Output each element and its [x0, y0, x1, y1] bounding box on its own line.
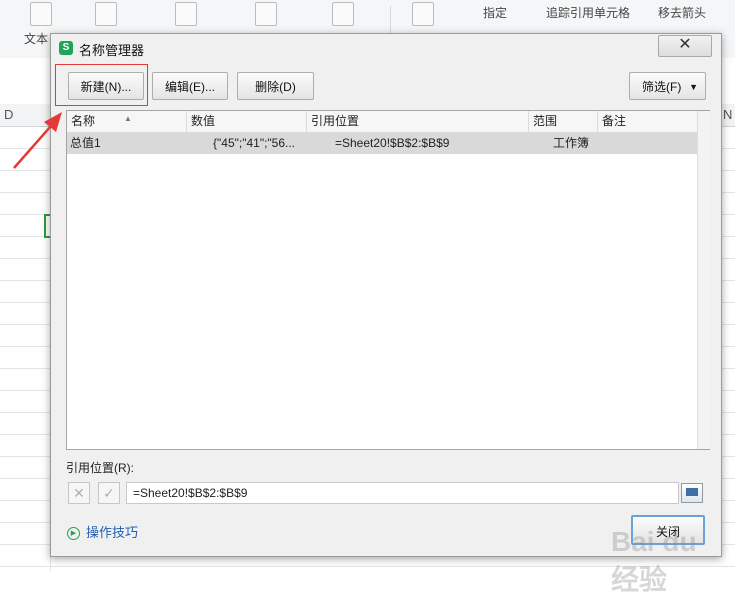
- cell-value: {"45";"41";"56...: [213, 136, 296, 150]
- trace-tool-icon[interactable]: [412, 2, 434, 26]
- column-header-refers-to[interactable]: 引用位置: [307, 111, 529, 132]
- filter-dropdown[interactable]: 筛选(F) ▼: [629, 72, 706, 100]
- edit-name-button[interactable]: 编辑(E)...: [152, 72, 228, 100]
- close-window-button[interactable]: ✕: [658, 35, 712, 57]
- time-tool-icon[interactable]: [95, 2, 117, 26]
- name-manager-dialog: S 名称管理器 ✕ 新建(N)... 编辑(E)... 删除(D) 筛选(F) …: [50, 33, 722, 595]
- column-header-comment[interactable]: 备注: [598, 111, 697, 132]
- cell-name: 总值1: [70, 136, 101, 150]
- names-list[interactable]: 名称 ▲ 数值 引用位置 范围 备注 总值1 {"45";"41";"56...…: [66, 110, 710, 450]
- filter-label: 筛选(F): [642, 80, 682, 94]
- dropdown-arrow-icon: ▼: [689, 82, 698, 92]
- book-tool-icon[interactable]: [175, 2, 197, 26]
- refers-to-label: 引用位置(R):: [66, 461, 134, 475]
- doc-tool-icon[interactable]: [332, 2, 354, 26]
- header-label: 备注: [602, 114, 627, 128]
- ribbon-item-assign[interactable]: 指定: [483, 4, 507, 21]
- tips-link[interactable]: ▶ 操作技巧: [67, 522, 138, 541]
- dialog-title: 名称管理器: [79, 43, 145, 58]
- vertical-scrollbar[interactable]: [697, 111, 710, 449]
- table-row[interactable]: 总值1 {"45";"41";"56... =Sheet20!$B$2:$B$9…: [67, 133, 697, 154]
- column-header-n[interactable]: N: [720, 104, 735, 127]
- sort-ascending-icon: ▲: [124, 114, 132, 123]
- ribbon-item-text[interactable]: 文本: [24, 30, 48, 47]
- column-header-value[interactable]: 数值: [187, 111, 307, 132]
- wps-spreadsheet-icon: S: [59, 41, 73, 55]
- dialog-titlebar[interactable]: S 名称管理器 ✕: [51, 34, 721, 62]
- collapse-dialog-icon[interactable]: [681, 483, 703, 503]
- refers-to-input[interactable]: =Sheet20!$B$2:$B$9: [126, 482, 679, 504]
- confirm-edit-icon[interactable]: ✓: [98, 482, 120, 504]
- column-letter: D: [4, 107, 14, 122]
- cell-refers-to: =Sheet20!$B$2:$B$9: [335, 136, 450, 150]
- delete-name-button[interactable]: 删除(D): [237, 72, 314, 100]
- header-label: 数值: [191, 114, 216, 128]
- new-name-button[interactable]: 新建(N)...: [68, 72, 144, 100]
- add-tool-icon[interactable]: [255, 2, 277, 26]
- header-label: 引用位置: [311, 114, 360, 128]
- cell-scope: 工作簿: [553, 136, 590, 150]
- close-button[interactable]: 关闭: [631, 515, 705, 545]
- cancel-edit-icon[interactable]: ✕: [68, 482, 90, 504]
- grid-line: [0, 566, 735, 567]
- column-header-name[interactable]: 名称 ▲: [67, 111, 187, 132]
- column-header-d[interactable]: D: [0, 104, 50, 127]
- ribbon-item-remove-arrows[interactable]: 移去箭头: [658, 4, 706, 21]
- play-circle-icon: ▶: [67, 527, 80, 541]
- list-header: 名称 ▲ 数值 引用位置 范围 备注: [67, 111, 697, 133]
- column-letter: N: [723, 107, 733, 122]
- header-label: 范围: [533, 114, 558, 128]
- ribbon-item-trace-precedents[interactable]: 追踪引用单元格: [546, 4, 630, 21]
- cell-comment: [600, 133, 695, 154]
- header-label: 名称: [71, 114, 96, 128]
- column-header-scope[interactable]: 范围: [529, 111, 598, 132]
- tips-label: 操作技巧: [86, 525, 139, 540]
- text-tool-icon[interactable]: [30, 2, 52, 26]
